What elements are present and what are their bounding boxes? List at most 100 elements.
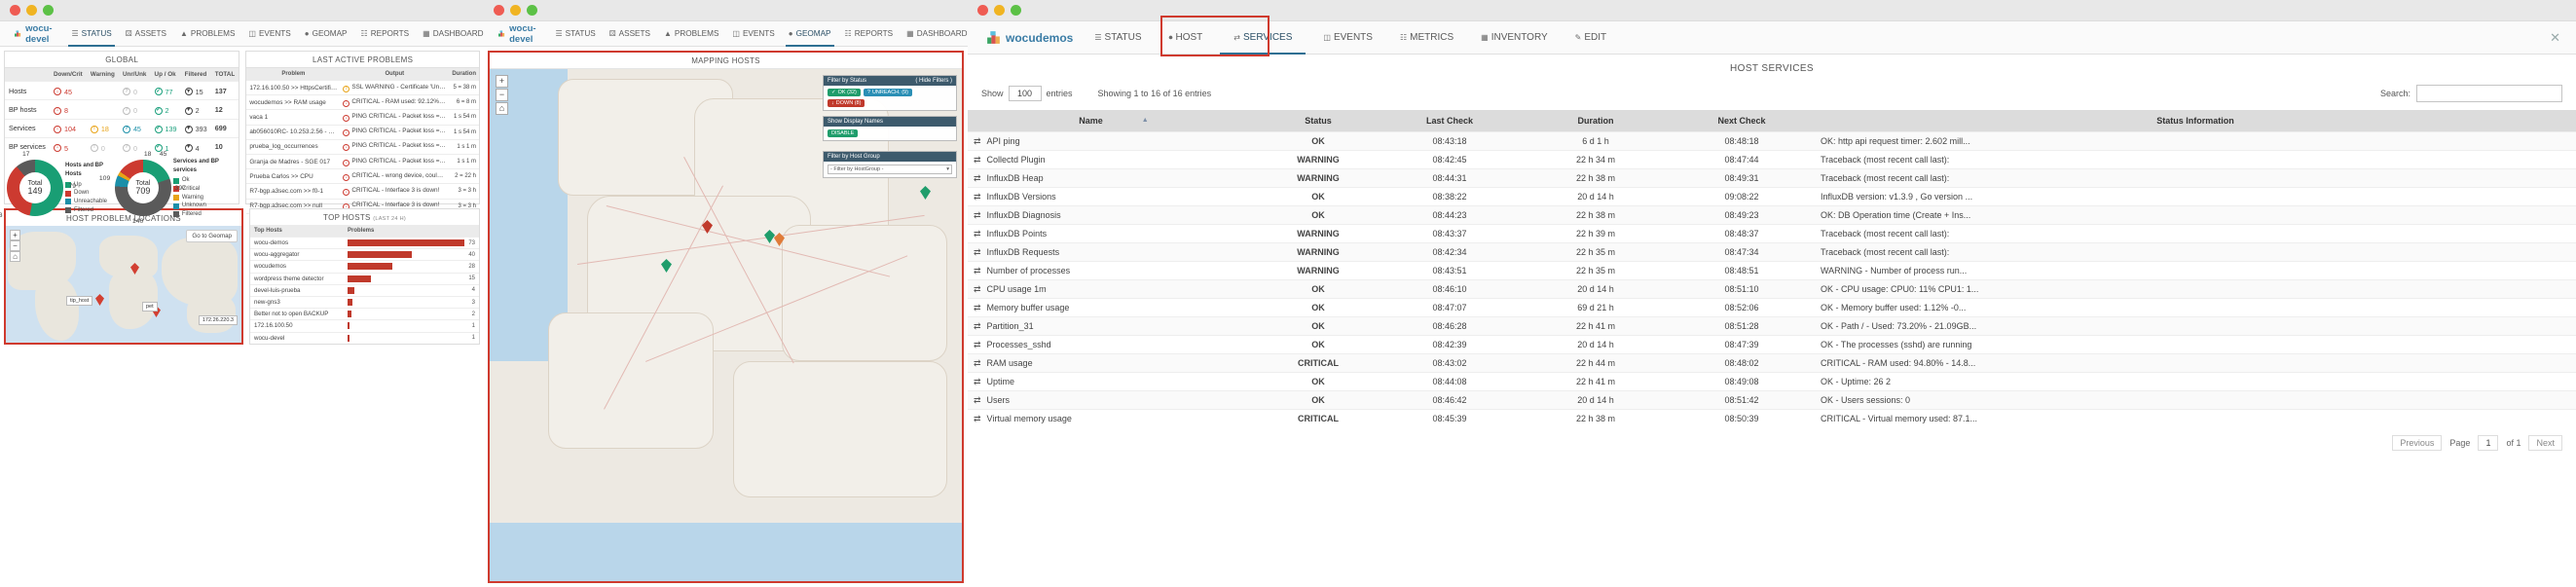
col-next-check[interactable]: Next Check bbox=[1669, 110, 1815, 132]
col-problem[interactable]: Problem bbox=[246, 67, 341, 81]
table-row[interactable]: ⇄ InfluxDB Versions OK 08:38:22 20 d 14 h 09:… bbox=[968, 187, 2576, 206]
cell-name[interactable]: ⇄ CPU usage 1m bbox=[968, 279, 1260, 299]
table-row[interactable]: ⇄ Collectd Plugin WARNING 08:42:45 22 h 34 m… bbox=[968, 150, 2576, 169]
map-zoom-controls[interactable]: + − ⌂ bbox=[10, 230, 20, 262]
nav-item-assets[interactable]: ⚄ ASSETS bbox=[603, 21, 657, 47]
nav-item-reports[interactable]: ☷ REPORTS bbox=[354, 21, 417, 47]
cell-down[interactable]: ↓ 8 bbox=[50, 99, 87, 119]
table-row[interactable]: BP hosts ↓ 8 ? 0 ✓ 2 ▼ 2 12 bbox=[5, 99, 239, 119]
cell-down[interactable]: ↓ 45 bbox=[50, 80, 87, 100]
col-name[interactable]: Name ▲ bbox=[968, 110, 1260, 132]
minimize-icon[interactable] bbox=[994, 5, 1005, 16]
status-chip-down[interactable]: ↓ DOWN (8) bbox=[828, 99, 865, 107]
cell-down[interactable]: ↓ 104 bbox=[50, 118, 87, 138]
cell-name[interactable]: ⇄ API ping bbox=[968, 131, 1260, 151]
table-row[interactable]: ⇄ Virtual memory usage CRITICAL 08:45:39 22 … bbox=[968, 409, 2576, 427]
table-row[interactable]: ⇄ API ping OK 08:43:18 6 d 1 h 08:48:18 OK: ht… bbox=[968, 131, 2576, 151]
nav-item-status[interactable]: ☰ STATUS bbox=[64, 21, 118, 47]
minimize-icon[interactable] bbox=[26, 5, 37, 16]
home-button[interactable]: ⌂ bbox=[496, 102, 508, 115]
table-row[interactable]: ⇄ InfluxDB Points WARNING 08:43:37 22 h 39 m… bbox=[968, 224, 2576, 243]
maximize-icon[interactable] bbox=[1011, 5, 1021, 16]
list-item[interactable]: 172.16.100.50 1 bbox=[250, 319, 479, 331]
nav-item-dashboards[interactable]: ▦ DASHBOARDS bbox=[416, 21, 484, 47]
table-row[interactable]: Granja de Madres - SGE 017 ↓ PING CRITICA… bbox=[246, 153, 479, 169]
cell-name[interactable]: ⇄ Memory buffer usage bbox=[968, 298, 1260, 317]
list-item[interactable]: devel-luis-prueba 4 bbox=[250, 283, 479, 296]
table-row[interactable]: ⇄ InfluxDB Requests WARNING 08:42:34 22 h 35… bbox=[968, 242, 2576, 262]
cell-name[interactable]: ⇄ Uptime bbox=[968, 372, 1260, 391]
close-icon[interactable] bbox=[10, 5, 20, 16]
previous-button[interactable]: Previous bbox=[2392, 435, 2443, 451]
next-button[interactable]: Next bbox=[2528, 435, 2562, 451]
maximize-icon[interactable] bbox=[527, 5, 537, 16]
cell-name[interactable]: ⇄ InfluxDB Heap bbox=[968, 168, 1260, 188]
display-names-toggle[interactable]: DISABLE bbox=[828, 129, 859, 137]
nav-item-events[interactable]: ◫ EVENTS bbox=[725, 21, 781, 47]
map-pin-icon[interactable] bbox=[95, 294, 104, 306]
geomap-zoom-controls[interactable]: + − ⌂ bbox=[496, 75, 508, 115]
status-chip-ok[interactable]: ✓ OK (32) bbox=[828, 89, 861, 96]
cell-unknown[interactable]: ? 45 bbox=[118, 118, 151, 138]
table-row[interactable]: R7-bgp.a3sec.com >> f0-1 ↓ CRITICAL - Int… bbox=[246, 183, 479, 199]
nav-item-dashboards[interactable]: ▦ DASHBOARDS bbox=[900, 21, 968, 47]
zoom-out-button[interactable]: − bbox=[10, 240, 20, 251]
nav-item-metrics[interactable]: ☷ METRICS bbox=[1386, 21, 1467, 55]
col-status[interactable]: Status bbox=[1260, 110, 1377, 132]
table-row[interactable]: 172.16.100.50 >> HttpsCertificate ! SSL W… bbox=[246, 79, 479, 95]
nav-item-events[interactable]: ◫ EVENTS bbox=[241, 21, 297, 47]
cell-filtered[interactable]: ▼ 393 bbox=[180, 118, 211, 138]
nav-item-edit[interactable]: ✎ EDIT bbox=[1562, 21, 1620, 55]
cell-name[interactable]: ⇄ Users bbox=[968, 390, 1260, 410]
zoom-in-button[interactable]: + bbox=[10, 230, 20, 240]
list-item[interactable]: Better not to open BACKUP 2 bbox=[250, 308, 479, 319]
page-number-input[interactable]: 1 bbox=[2478, 435, 2499, 451]
cell-filtered[interactable]: ▼ 4 bbox=[180, 136, 211, 156]
minimize-icon[interactable] bbox=[510, 5, 521, 16]
list-item[interactable]: new-gns3 3 bbox=[250, 295, 479, 308]
table-row[interactable]: prueba_log_occurrences ↓ PING CRITICAL - … bbox=[246, 138, 479, 155]
cell-name[interactable]: ⇄ Partition_31 bbox=[968, 316, 1260, 336]
table-row[interactable]: ⇄ CPU usage 1m OK 08:46:10 20 d 14 h 08:51:10… bbox=[968, 279, 2576, 299]
table-row[interactable]: ⇄ Partition_31 OK 08:46:28 22 h 41 m 08:51:28… bbox=[968, 316, 2576, 336]
cell-ok[interactable]: ✓ 77 bbox=[150, 80, 181, 100]
nav-item-problems[interactable]: ▲ PROBLEMS bbox=[173, 21, 241, 47]
geomap-pin-down[interactable] bbox=[702, 220, 713, 234]
list-item[interactable]: wocu-demos 73 bbox=[250, 237, 479, 248]
close-icon[interactable] bbox=[977, 5, 988, 16]
cell-name[interactable]: ⇄ Number of processes bbox=[968, 261, 1260, 280]
list-item[interactable]: wordpress theme detector 15 bbox=[250, 272, 479, 284]
table-row[interactable]: ⇄ InfluxDB Diagnosis OK 08:44:23 22 h 38 m 08… bbox=[968, 205, 2576, 225]
brand-dashboard[interactable]: wocu-devel bbox=[6, 23, 64, 45]
table-row[interactable]: Services ↓ 104 ! 18 ? 45 ✓ 139 ▼ 393 699 bbox=[5, 118, 239, 138]
nav-item-events[interactable]: ◫ EVENTS bbox=[1309, 21, 1386, 55]
nav-item-host[interactable]: ⏺ HOST bbox=[1156, 21, 1217, 55]
nav-item-geomap[interactable]: ● GEOMAP bbox=[298, 21, 354, 47]
cell-name[interactable]: ⇄ Collectd Plugin bbox=[968, 150, 1260, 169]
close-panel-icon[interactable]: ✕ bbox=[2550, 30, 2560, 46]
nav-item-geomap[interactable]: ● GEOMAP bbox=[782, 21, 838, 47]
mini-map[interactable]: + − ⌂ Go to Geomap tip_host pet 172.26.2… bbox=[6, 226, 241, 343]
geomap-canvas[interactable]: + − ⌂ Filter by Status ( Hide Filters ) … bbox=[490, 69, 962, 581]
nav-item-assets[interactable]: ⚄ ASSETS bbox=[119, 21, 173, 47]
table-row[interactable]: ⇄ Uptime OK 08:44:08 22 h 41 m 08:49:08 OK - U… bbox=[968, 372, 2576, 391]
cell-name[interactable]: ⇄ InfluxDB Diagnosis bbox=[968, 205, 1260, 225]
table-row[interactable]: Hosts ↓ 45 ? 0 ✓ 77 ▼ 15 137 bbox=[5, 80, 239, 100]
nav-item-inventory[interactable]: ▦ INVENTORY bbox=[1467, 21, 1562, 55]
search-input[interactable] bbox=[2416, 85, 2562, 102]
hostgroup-select[interactable]: - Filter by HostGroup - ▾ bbox=[828, 165, 952, 174]
brand-services[interactable]: wocudemos bbox=[977, 29, 1081, 46]
table-row[interactable]: ⇄ Users OK 08:46:42 20 d 14 h 08:51:42 OK - Us… bbox=[968, 390, 2576, 410]
list-item[interactable]: wocu-aggregator 40 bbox=[250, 248, 479, 260]
geomap-pin-ok[interactable] bbox=[661, 259, 672, 273]
close-icon[interactable] bbox=[494, 5, 504, 16]
cell-name[interactable]: ⇄ InfluxDB Points bbox=[968, 224, 1260, 243]
nav-item-problems[interactable]: ▲ PROBLEMS bbox=[657, 21, 725, 47]
table-row[interactable]: vaca 1 ↓ PING CRITICAL - Packet loss = 10… bbox=[246, 109, 479, 126]
table-row[interactable]: ⇄ Number of processes WARNING 08:43:51 22 h … bbox=[968, 261, 2576, 280]
col-last-check[interactable]: Last Check bbox=[1377, 110, 1523, 132]
nav-item-reports[interactable]: ☷ REPORTS bbox=[838, 21, 901, 47]
cell-ok[interactable]: ✓ 139 bbox=[150, 118, 181, 138]
zoom-out-button[interactable]: − bbox=[496, 89, 508, 101]
nav-item-status[interactable]: ☰ STATUS bbox=[548, 21, 602, 47]
